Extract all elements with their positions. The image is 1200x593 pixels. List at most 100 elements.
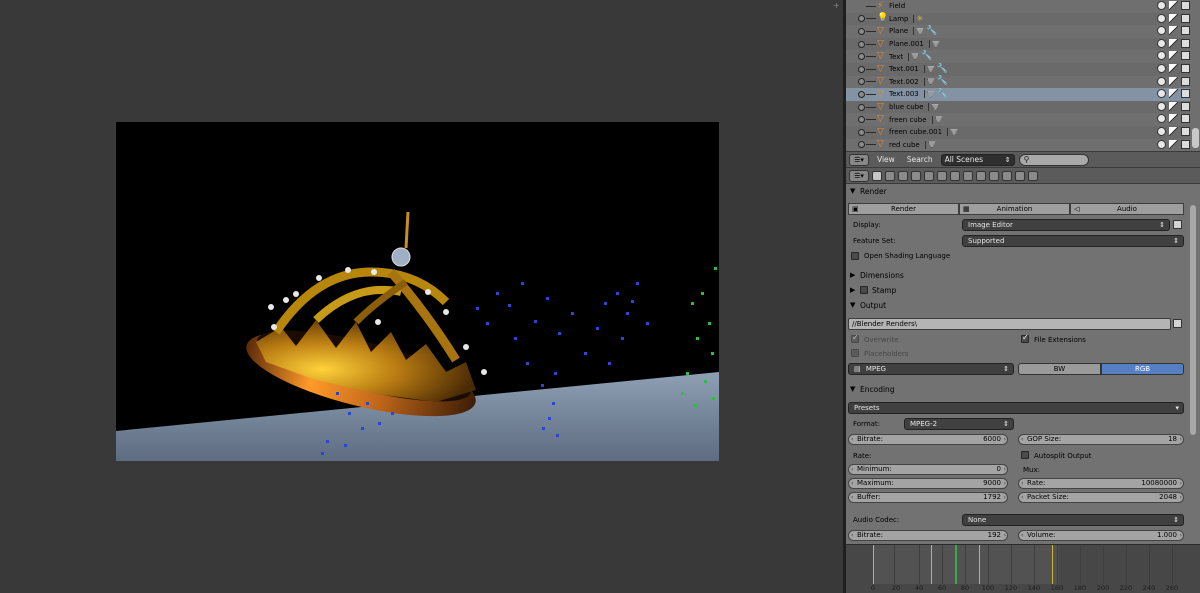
render-camera-icon[interactable] [1181, 127, 1190, 136]
eye-icon[interactable] [1157, 13, 1166, 23]
decrement-arrow-icon[interactable]: ‹ [851, 493, 853, 502]
encoding-panel-header[interactable]: ▼ Encoding [850, 382, 1188, 396]
outliner-item-name[interactable]: Plane [889, 27, 908, 35]
render-panel-header[interactable]: ▼ Render [850, 184, 1188, 198]
texture-tab-icon[interactable] [1002, 170, 1012, 181]
eye-icon[interactable] [1157, 139, 1166, 149]
outliner-row-text003[interactable]: ▽ Text.003 🔧 [846, 88, 1190, 101]
render-camera-icon[interactable] [1181, 139, 1190, 149]
render-camera-icon[interactable] [1181, 13, 1190, 23]
decrement-arrow-icon[interactable]: ‹ [1021, 479, 1023, 488]
outliner-row-lamp[interactable]: 💡 Lamp ✳ [846, 12, 1190, 26]
eye-icon[interactable] [1157, 26, 1166, 36]
cursor-restrict-icon[interactable] [1169, 114, 1178, 124]
expand-icon[interactable] [858, 53, 865, 61]
physics-tab-icon[interactable] [1028, 170, 1038, 181]
stamp-panel-header[interactable]: ▶ Stamp [850, 283, 1188, 297]
outliner-row-plane[interactable]: ▽ Plane 🔧 [846, 25, 1190, 38]
dimensions-panel-header[interactable]: ▶ Dimensions [850, 268, 1188, 282]
increment-arrow-icon[interactable]: › [1180, 531, 1182, 540]
particles-tab-icon[interactable] [1015, 170, 1025, 181]
outliner-row-freen-cube[interactable]: ▽ freen cube [846, 113, 1190, 126]
eye-icon[interactable] [1157, 51, 1166, 61]
object-tab-icon[interactable] [924, 170, 934, 181]
editor-type-button[interactable]: ☰▾ [849, 169, 869, 182]
world-tab-icon[interactable] [911, 170, 921, 181]
output-panel-header[interactable]: ▼ Output [850, 298, 1188, 312]
expand-icon[interactable] [858, 90, 865, 98]
display-mode-dropdown[interactable]: All Scenes ⇕ [940, 153, 1015, 166]
audio-button[interactable]: ◁ Audio [1070, 203, 1184, 215]
outliner-item-name[interactable]: Text.002 [889, 78, 919, 86]
feature-set-dropdown[interactable]: Supported ⇕ [962, 235, 1184, 247]
increment-arrow-icon[interactable]: › [1004, 465, 1006, 474]
expand-icon[interactable] [858, 78, 865, 86]
render-camera-icon[interactable] [1181, 1, 1190, 10]
render-camera-icon[interactable] [1181, 89, 1190, 99]
eye-icon[interactable] [1157, 38, 1166, 48]
eye-icon[interactable] [1157, 114, 1166, 124]
outliner-item-name[interactable]: freen cube [889, 116, 927, 124]
render-camera-icon[interactable] [1181, 114, 1190, 124]
outliner-item-name[interactable]: red cube [889, 141, 920, 149]
file-extensions-checkbox[interactable] [1021, 333, 1029, 343]
increment-arrow-icon[interactable]: › [1004, 493, 1006, 502]
increment-arrow-icon[interactable]: › [1180, 493, 1182, 502]
increment-arrow-icon[interactable]: › [1004, 435, 1006, 444]
expand-icon[interactable] [858, 27, 865, 35]
expand-icon[interactable] [858, 128, 865, 136]
outliner-item-name[interactable]: Plane.001 [889, 40, 924, 48]
modifiers-tab-icon[interactable] [950, 170, 960, 181]
decrement-arrow-icon[interactable]: ‹ [1021, 493, 1023, 502]
overwrite-checkbox[interactable] [851, 333, 859, 343]
expand-icon[interactable] [858, 116, 865, 124]
editor-type-button[interactable]: ☰▾ [849, 153, 869, 166]
decrement-arrow-icon[interactable]: ‹ [851, 479, 853, 488]
outliner-item-name[interactable]: Text [889, 53, 903, 61]
outliner-item-name[interactable]: blue cube [889, 103, 923, 111]
cursor-restrict-icon[interactable] [1169, 64, 1178, 73]
outliner-item-name[interactable]: Text.003 [889, 90, 919, 98]
cursor-restrict-icon[interactable] [1169, 1, 1178, 10]
decrement-arrow-icon[interactable]: ‹ [851, 465, 853, 474]
video-bitrate-field[interactable]: ‹ Bitrate: 6000 › [848, 434, 1008, 445]
encoding-format-dropdown[interactable]: MPEG-2 ⇕ [904, 418, 1014, 430]
cursor-restrict-icon[interactable] [1169, 89, 1178, 99]
decrement-arrow-icon[interactable]: ‹ [851, 531, 853, 540]
mux-rate-field[interactable]: ‹ Rate: 10080000 › [1018, 478, 1184, 489]
volume-field[interactable]: ‹ Volume: 1.000 › [1018, 530, 1184, 541]
cursor-restrict-icon[interactable] [1169, 139, 1178, 149]
animation-button[interactable]: ▦ Animation [959, 203, 1070, 215]
increment-arrow-icon[interactable]: › [1004, 479, 1006, 488]
expand-icon[interactable] [858, 65, 865, 73]
outliner-row-freen-cube001[interactable]: ▽ freen cube.001 [846, 126, 1190, 139]
increment-arrow-icon[interactable]: › [1180, 435, 1182, 444]
eye-icon[interactable] [1157, 89, 1166, 99]
cursor-restrict-icon[interactable] [1169, 51, 1178, 61]
buffer-field[interactable]: ‹ Buffer: 1792 › [848, 492, 1008, 503]
decrement-arrow-icon[interactable]: ‹ [1021, 531, 1023, 540]
outliner-item-name[interactable]: freen cube.001 [889, 128, 942, 136]
packet-size-field[interactable]: ‹ Packet Size: 2048 › [1018, 492, 1184, 503]
outliner-row-field[interactable]: ⚡ Field [846, 0, 1190, 13]
material-tab-icon[interactable] [989, 170, 999, 181]
scene-tab-icon[interactable] [898, 170, 908, 181]
render-button[interactable]: ▣ Render [848, 203, 959, 215]
expand-icon[interactable] [858, 141, 865, 149]
audio-codec-dropdown[interactable]: None ⇕ [962, 514, 1184, 526]
timeline[interactable]: 0 20 40 60 80 100 120 140 160 180 200 22… [846, 544, 1200, 593]
cursor-restrict-icon[interactable] [1169, 38, 1178, 48]
outliner-row-red-cube[interactable]: ▽ red cube [846, 139, 1190, 151]
cursor-restrict-icon[interactable] [1169, 127, 1178, 136]
cursor-restrict-icon[interactable] [1169, 76, 1178, 86]
outliner-scrollbar[interactable] [1192, 128, 1199, 148]
outliner[interactable]: ⚡ Field 💡 Lamp ✳ ▽ Plane 🔧 ▽ Plane.001 ▽… [846, 0, 1200, 151]
increment-arrow-icon[interactable]: › [1180, 479, 1182, 488]
eye-icon[interactable] [1157, 1, 1166, 10]
search-menu[interactable]: Search [903, 155, 937, 164]
render-camera-icon[interactable] [1181, 76, 1190, 86]
constraints-tab-icon[interactable] [937, 170, 947, 181]
decrement-arrow-icon[interactable]: ‹ [851, 435, 853, 444]
lock-interface-icon[interactable] [1173, 220, 1182, 229]
stamp-checkbox[interactable] [860, 286, 868, 294]
